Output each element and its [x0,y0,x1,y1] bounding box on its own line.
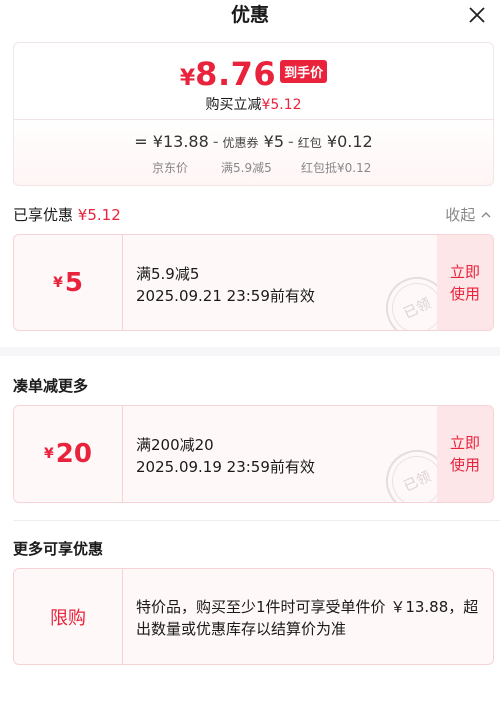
collapse-button[interactable]: 收起 [445,204,492,225]
coupon-condition: 满5.9减5 [136,265,200,283]
coupon-info: 满5.9减5 2025.09.21 23:59前有效 [136,263,315,307]
jd-price-value: ¥13.88 [152,132,209,151]
use-now-label: 立即使用 [449,262,480,303]
jd-price-label: 京东价 [152,161,189,175]
final-price: ¥8.76 到手价 [14,55,493,93]
collapse-label: 收起 [445,206,476,224]
claimed-stamp-text: 已领 [401,295,434,323]
full-reduce-label: 满5.9减5 [221,161,272,175]
final-price-card: ¥8.76 到手价 购买立减¥5.12 = ¥13.88- 优惠券 ¥5- 红包 ¥0… [13,42,494,186]
reduce-label: 购买立减 [205,97,262,113]
coupon-currency: ¥ [44,446,54,462]
enjoyed-label: 已享优惠 [13,206,74,224]
purchase-limit-card: 限购 特价品，购买至少1件时可享受单件价 ￥13.88，超出数量或优惠库存以结算… [13,568,494,665]
coupon-currency: ¥ [53,274,63,291]
coupon-amount-value: 5 [64,267,83,298]
coupon-expiry: 2025.09.21 23:59前有效 [136,287,315,305]
section-title-more-offers: 更多可享优惠 [13,540,104,558]
redpacket-label: 红包 [297,136,322,150]
reduce-value: ¥5.12 [261,97,302,113]
section-title-combine: 凑单减更多 [13,377,89,395]
coupon-expiry: 2025.09.19 23:59前有效 [136,458,315,476]
price-value: 8.76 [195,55,277,93]
chevron-up-icon [481,212,491,218]
divider [122,569,123,664]
price-currency: ¥ [179,66,196,91]
close-icon[interactable] [462,0,492,30]
divider [13,520,500,521]
header: 优惠 [0,0,500,30]
price-formula: = ¥13.88- 优惠券 ¥5- 红包 ¥0.12 [14,132,493,151]
purchase-reduce: 购买立减¥5.12 [14,94,493,114]
final-price-badge: 到手价 [280,60,328,83]
coupon-info: 满200减20 2025.09.19 23:59前有效 [136,434,315,478]
use-now-label: 立即使用 [449,434,480,474]
coupon-value: ¥5 [263,132,285,151]
redpacket-value: ¥0.12 [326,132,373,151]
coupon-amount: ¥5 [14,235,122,330]
enjoyed-value: ¥5.12 [77,206,121,224]
claimed-stamp-text: 已领 [401,468,434,496]
equals-sign: = [134,132,148,151]
limit-tag: 限购 [50,607,86,629]
page-title: 优惠 [230,4,269,26]
coupon-card: ¥20 满200减20 2025.09.19 23:59前有效 已领 立即使用 [13,405,494,503]
enjoyed-discount: 已享优惠 ¥5.12 [13,204,121,225]
limit-description: 特价品，购买至少1件时可享受单件价 ￥13.88，超出数量或优惠库存以结算价为准 [136,598,479,638]
divider [122,406,123,502]
divider [122,235,123,330]
use-now-button[interactable]: 立即使用 [437,235,493,330]
section-divider [0,347,500,356]
coupon-card: ¥5 满5.9减5 2025.09.21 23:59前有效 已领 立即使用 [13,234,494,331]
minus-sign: - [288,132,294,151]
use-now-button[interactable]: 立即使用 [437,406,493,502]
redpacket-deduct-label: 红包抵¥0.12 [301,161,372,175]
divider [14,119,493,120]
coupon-amount-value: 20 [55,439,92,469]
minus-sign: - [212,132,219,151]
coupon-condition: 满200减20 [136,436,214,454]
coupon-label: 优惠券 [222,136,259,150]
coupon-amount: ¥20 [14,406,122,502]
